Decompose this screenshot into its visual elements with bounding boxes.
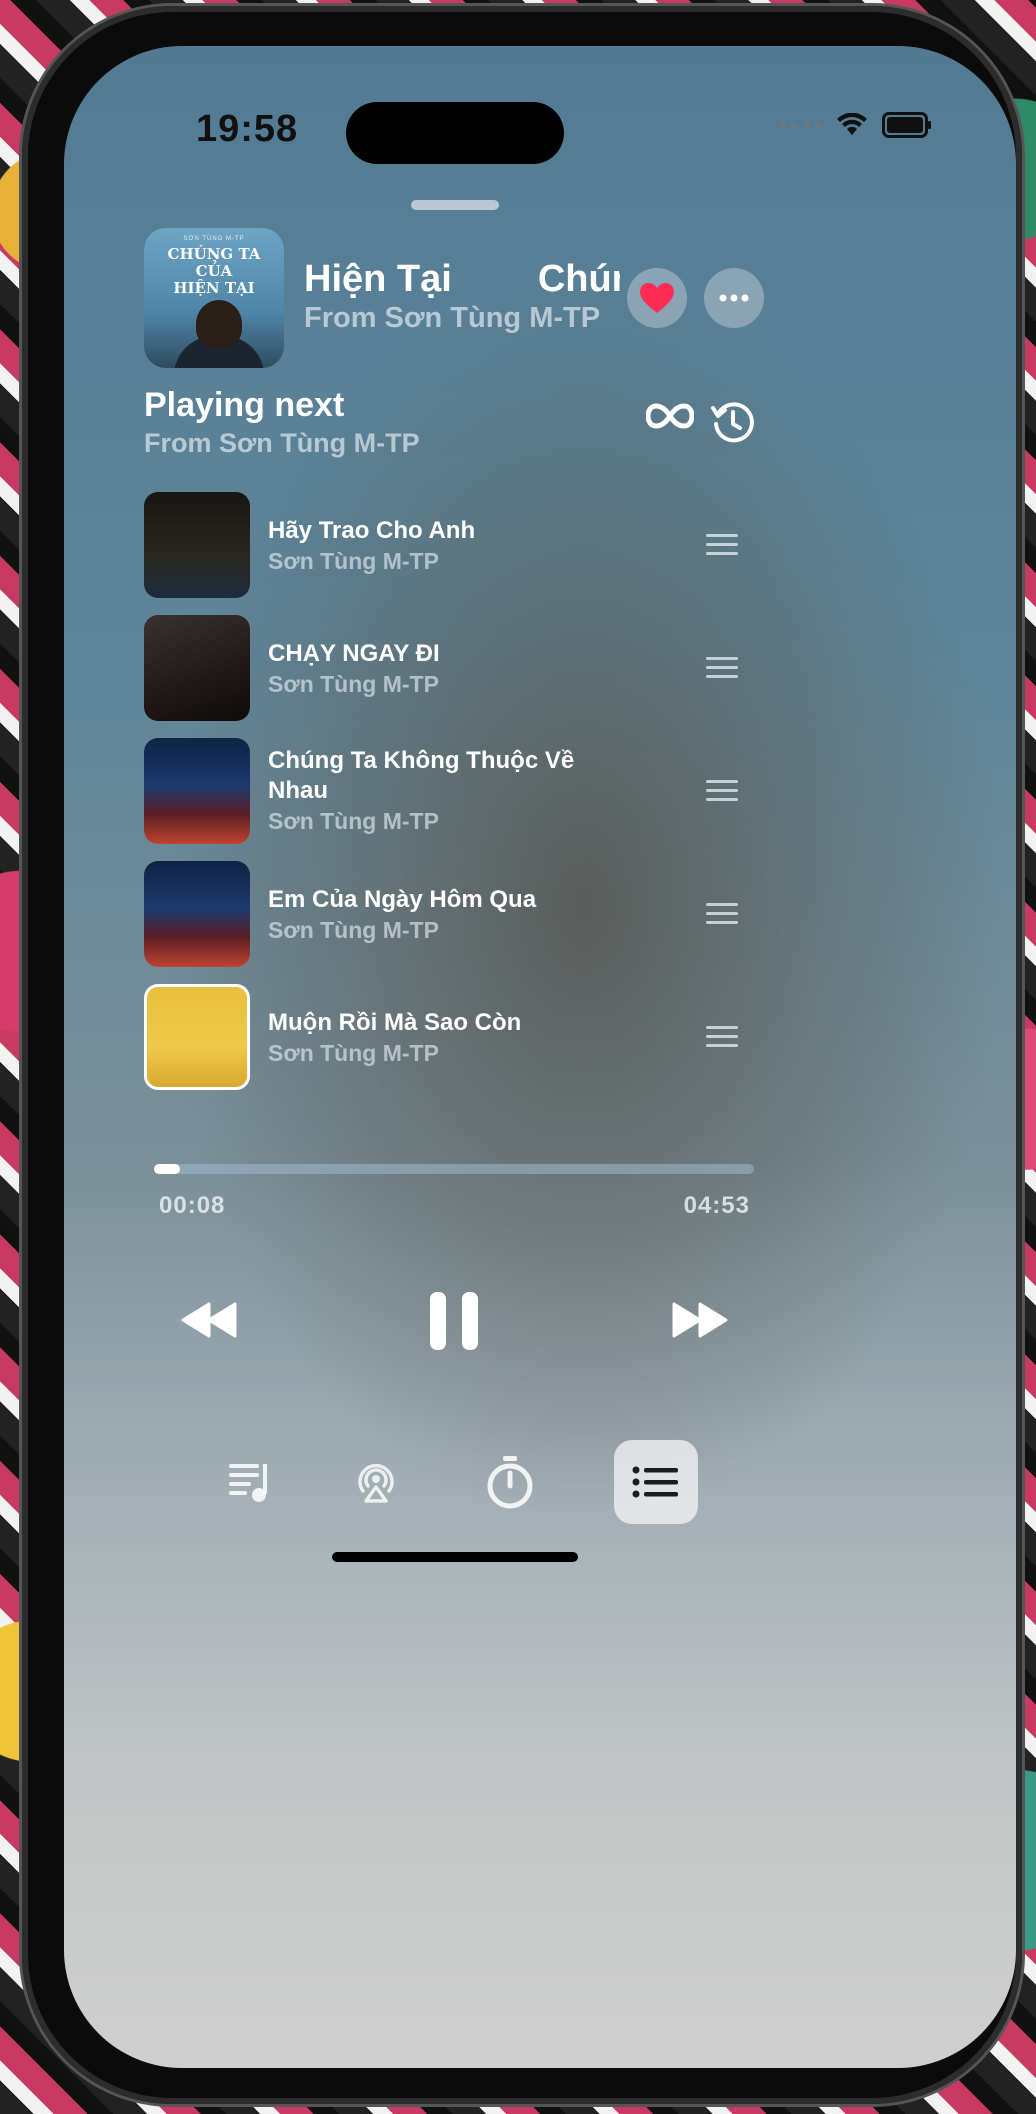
drag-handle-icon[interactable] <box>706 1026 738 1048</box>
dynamic-island <box>346 102 564 164</box>
queue-item-title: Muộn Rồi Mà Sao Còn <box>268 1009 522 1036</box>
drag-handle-icon[interactable] <box>706 903 738 925</box>
queue-item-artwork <box>144 615 250 721</box>
queue-item-artist: Sơn Tùng M-TP <box>268 1040 439 1066</box>
rewind-icon[interactable] <box>181 1300 237 1340</box>
now-playing-subtitle: From Sơn Tùng M-TP <box>304 302 601 334</box>
queue-item[interactable]: Em Của Ngày Hôm Qua Sơn Tùng M-TP <box>144 861 758 967</box>
battery-icon <box>882 112 931 138</box>
sleep-timer-button[interactable] <box>468 1440 552 1524</box>
more-options-button[interactable] <box>704 268 764 328</box>
queue-item-artwork <box>144 861 250 967</box>
status-icons <box>779 112 931 138</box>
queue-item-artwork <box>144 492 250 598</box>
infinity-icon[interactable] <box>646 402 694 430</box>
sheet-grabber[interactable] <box>411 200 499 210</box>
timer-icon <box>487 1456 533 1509</box>
queue-item[interactable]: Chúng Ta Không Thuộc Về Nhau Sơn Tùng M-… <box>144 738 758 844</box>
queue-item-artwork <box>144 738 250 844</box>
queue-item-title: Chúng Ta Không Thuộc Về Nhau <box>268 747 575 804</box>
queue-item[interactable]: CHẠY NGAY ĐI Sơn Tùng M-TP <box>144 615 758 721</box>
status-time: 19:58 <box>196 108 299 150</box>
cellular-signal-icon <box>779 121 822 129</box>
queue-list-icon <box>632 1466 678 1498</box>
playing-next-subtitle: From Sơn Tùng M-TP <box>144 428 420 458</box>
drag-handle-icon[interactable] <box>706 657 738 679</box>
wifi-icon <box>837 113 867 135</box>
queue-item[interactable]: Hãy Trao Cho Anh Sơn Tùng M-TP <box>144 492 758 598</box>
queue-item-title: CHẠY NGAY ĐI <box>268 640 440 667</box>
history-icon[interactable] <box>710 400 756 446</box>
artwork-artist-text: SƠN TÙNG M-TP <box>183 236 245 242</box>
artwork-title-text: CHÚNG TA CỦA HIỆN TẠI <box>167 245 261 297</box>
playback-progress-fill <box>154 1164 180 1174</box>
home-indicator[interactable] <box>332 1552 578 1562</box>
queue-item[interactable]: Muộn Rồi Mà Sao Còn Sơn Tùng M-TP <box>144 984 758 1090</box>
favorite-button[interactable] <box>627 268 687 328</box>
playing-next-heading: Playing next <box>144 386 345 424</box>
drag-handle-icon[interactable] <box>706 534 738 556</box>
lyrics-icon <box>229 1464 267 1502</box>
queue-button[interactable] <box>614 1440 698 1524</box>
drag-handle-icon[interactable] <box>706 780 738 802</box>
heart-icon <box>640 283 674 313</box>
queue-item-artist: Sơn Tùng M-TP <box>268 548 439 574</box>
elapsed-time: 00:08 <box>159 1192 226 1219</box>
queue-item-artist: Sơn Tùng M-TP <box>268 808 439 834</box>
total-time: 04:53 <box>683 1192 750 1219</box>
airplay-icon <box>358 1463 394 1503</box>
phone-frame: 19:58 SƠN TÙNG M-TP CHÚNG TA CỦA HIỆN TẠ… <box>22 6 1022 2104</box>
artwork-figure-head <box>196 300 242 348</box>
now-playing-artwork[interactable]: SƠN TÙNG M-TP CHÚNG TA CỦA HIỆN TẠI <box>144 228 284 368</box>
lyrics-button[interactable] <box>208 1440 292 1524</box>
fast-forward-icon[interactable] <box>672 1300 728 1340</box>
queue-item-artist: Sơn Tùng M-TP <box>268 671 439 697</box>
now-playing-title: Hiện TạiChún <box>304 258 620 300</box>
queue-item-artwork <box>144 984 250 1090</box>
queue-item-title: Em Của Ngày Hôm Qua <box>268 886 537 913</box>
queue-item-artist: Sơn Tùng M-TP <box>268 917 439 943</box>
airplay-button[interactable] <box>334 1440 418 1524</box>
playback-scrubber[interactable] <box>154 1164 754 1174</box>
pause-icon[interactable] <box>428 1290 480 1352</box>
screen: 19:58 SƠN TÙNG M-TP CHÚNG TA CỦA HIỆN TẠ… <box>64 46 1016 2068</box>
ellipsis-icon <box>719 294 749 302</box>
queue-item-title: Hãy Trao Cho Anh <box>268 517 476 544</box>
